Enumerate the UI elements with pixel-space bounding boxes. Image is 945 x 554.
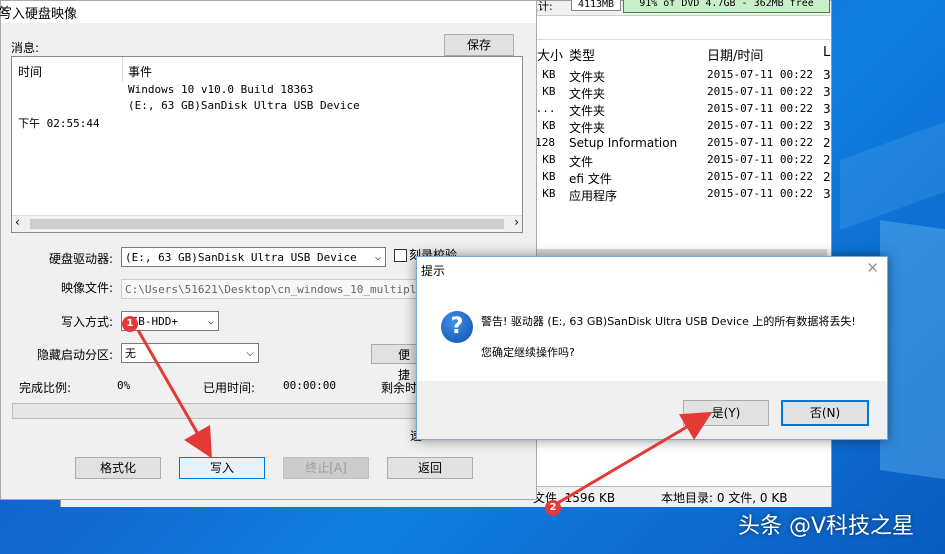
arrow-to-yes-button (555, 411, 713, 506)
annotation-arrows (136, 329, 713, 506)
step-marker-1: 1 (122, 316, 138, 332)
step-marker-2: 2 (545, 500, 561, 516)
arrow-to-write-button (136, 329, 212, 459)
watermark: 头条 @V科技之星 (738, 514, 915, 539)
